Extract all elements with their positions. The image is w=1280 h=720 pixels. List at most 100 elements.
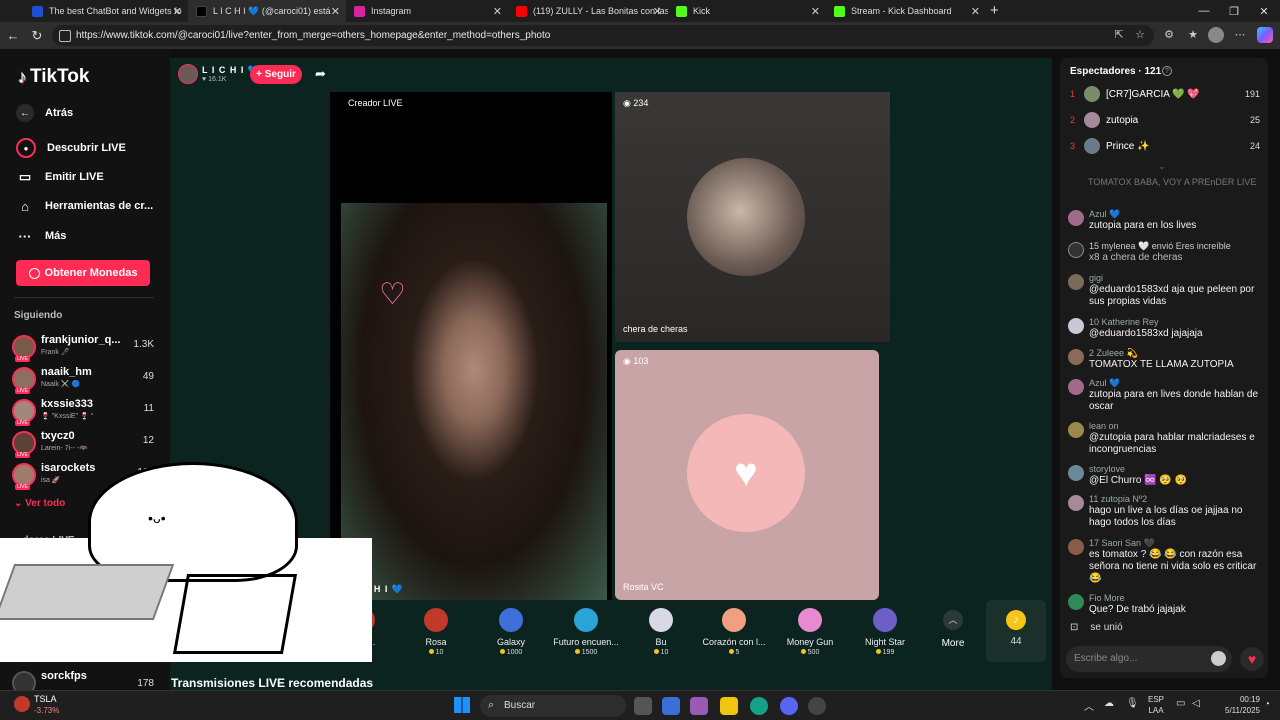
following-item[interactable]: LIVE frankjunior_q... Frank 🖊 1.3K [10,334,160,364]
host-avatar[interactable] [178,64,198,84]
emoji-icon[interactable] [1211,651,1226,666]
avatar [1084,86,1100,102]
discord-icon[interactable] [780,697,798,715]
file-explorer-icon[interactable] [720,697,738,715]
chat-comment[interactable]: Azul 💙 zutopia para en los lives [1068,208,1260,232]
tiktok-logo[interactable]: ♪ TikTok [18,66,89,88]
top-viewer-row[interactable]: 1 [CR7]GARCIA 💚 💖 191 [1070,85,1260,103]
onedrive-icon[interactable]: ☁ [1104,698,1114,709]
expand-chevron-icon[interactable]: ⌄ [1158,161,1166,172]
close-tab-icon[interactable]: ✕ [811,5,820,18]
browser-tab[interactable]: Instagram ✕ [346,0,508,22]
gift-item[interactable]: Corazón con l... 5 [698,608,770,664]
gift-item[interactable]: Futuro encuen... 1500 [550,608,622,664]
copilot-icon[interactable] [1257,27,1273,43]
tab-favicon-icon [32,5,43,17]
chat-comment[interactable]: 2 Zuleee 💫 TOMATOX TE LLAMA ZUTOPIA [1068,347,1260,371]
browser-tab[interactable]: Stream - Kick Dashboard ✕ [826,0,986,22]
guest-tile[interactable]: ◉ 234 chera de cheras [615,92,890,342]
site-info-icon[interactable] [59,30,71,42]
follow-button[interactable]: + Seguir [250,65,302,84]
chat-comment[interactable]: storylove @El Churro ♾️ 🥺 🥺 [1068,463,1260,487]
clock[interactable]: 00:19 5/11/2025 [1218,694,1260,716]
camera-image: ♡ [341,203,607,600]
get-coins-button[interactable]: Obtener Monedas [16,260,150,286]
comment-user: gigi [1089,273,1104,283]
volume-icon[interactable]: ◁ [1192,698,1200,709]
favorite-star-icon[interactable]: ☆ [1133,28,1147,42]
get-coins-label: Obtener Monedas [44,267,138,279]
avatar [1068,379,1084,395]
menu-dots-icon[interactable]: ⋯ [1233,28,1247,42]
more-label: More [941,638,965,649]
chat-gift-event[interactable]: 15 mylenea 🤍 envió Eres increíble x8 a ch… [1068,240,1260,264]
close-tab-icon[interactable]: ✕ [173,5,182,18]
store-icon[interactable] [662,697,680,715]
close-tab-icon[interactable]: ✕ [331,5,340,18]
close-window-icon[interactable]: ✕ [1248,0,1280,22]
url-input[interactable]: https://www.tiktok.com/@caroci01/live?en… [52,25,1154,46]
coins-wallet-button[interactable]: ♪ 44 [986,600,1046,662]
following-item[interactable]: LIVE naaik_hm Naaik ⚔️ 🔵 49 [10,366,160,396]
edge-browser-icon[interactable] [750,697,768,715]
top-viewer-row[interactable]: 2 zutopia 25 [1070,111,1260,129]
gift-item[interactable]: Rosa 10 [400,608,472,664]
close-tab-icon[interactable]: ✕ [653,5,662,18]
gift-item[interactable]: Money Gun 500 [774,608,846,664]
gift-price: 1000 [475,649,547,656]
avatar [1068,210,1084,226]
microphone-icon[interactable]: 🎙 [1126,698,1139,709]
host-video[interactable]: Creador LIVE ♡ L I C H I 💙 [330,92,612,600]
more-gifts-button[interactable]: ︿ More [935,610,971,649]
close-tab-icon[interactable]: ✕ [971,5,980,18]
gift-item[interactable]: Night Star 199 [849,608,921,664]
extensions-icon[interactable]: ⚙ [1162,28,1176,42]
nav-discover-live[interactable]: ● Descubrir LIVE [16,138,126,158]
nav-more[interactable]: ··· Más [16,227,67,245]
following-item[interactable]: LIVE kxssie333 🍷 "KxssiE" 🍷 ° 11 [10,398,160,428]
task-view-icon[interactable] [634,697,652,715]
new-tab-icon[interactable]: + [990,2,999,19]
chat-comment[interactable]: gigi @eduardo1583xd aja que peleen por su… [1068,272,1260,308]
comment-user: Azul 💙 [1089,378,1121,388]
taskbar-search[interactable]: ⌕ Buscar [480,695,626,717]
reload-icon[interactable]: ↻ [28,26,46,46]
gift-item[interactable]: Galaxy 1000 [475,608,547,664]
back-link[interactable]: ← Atrás [16,104,73,122]
start-windows-icon[interactable] [454,697,470,713]
minimize-icon[interactable]: — [1188,0,1220,22]
obs-icon[interactable] [808,697,826,715]
chat-comment[interactable]: 17 Saori San 🖤 es tomatox ? 😂 😂 con razón… [1068,537,1260,585]
chat-comment[interactable]: 10 Katherine Rey @eduardo1583xd jajajaja [1068,316,1260,340]
open-app-icon[interactable]: ⇱ [1112,28,1126,42]
copilot-app-icon[interactable] [690,697,708,715]
collections-icon[interactable] [1208,27,1224,43]
gift-item[interactable]: Bu 10 [625,608,697,664]
tray-chevron-icon[interactable]: ︿ [1084,698,1094,713]
close-tab-icon[interactable]: ✕ [493,5,502,18]
following-name: txycz0 [41,430,75,442]
chat-comment[interactable]: lean on @zutopia para hablar malcriadeses… [1068,420,1260,456]
favorites-icon[interactable]: ★ [1186,28,1200,42]
browser-tab[interactable]: Kick ✕ [668,0,826,22]
notifications-icon[interactable]: ◔ [1264,699,1270,710]
top-viewer-row[interactable]: 3 Prince ✨ 24 [1070,137,1260,155]
guest-tile[interactable]: ◉ 103 ♥ Rosita VC [615,350,879,600]
chat-comment[interactable]: 11 zutopia Nº2 hago un live a los días oe… [1068,493,1260,529]
chat-comment[interactable]: Fio More Que? De trabó jajajak [1068,592,1260,616]
network-icon[interactable]: ▭ [1176,698,1185,709]
nav-creator-tools[interactable]: ⌂ Herramientas de cr... [16,197,153,215]
restore-icon[interactable]: ❐ [1218,0,1250,22]
finger-heart-avatar: ♥ [687,414,805,532]
share-icon[interactable]: ➦ [315,66,326,82]
chat-input[interactable]: Escribe algo... [1066,646,1232,672]
browser-tab-active[interactable]: L I C H I 💙 (@caroci01) está ✕ [188,0,346,22]
chat-comment[interactable]: Azul 💙 zutopia para en lives donde hablan… [1068,377,1260,413]
browser-tab[interactable]: The best ChatBot and Widgets fo ✕ [24,0,188,22]
info-icon[interactable]: ? [1162,66,1172,76]
like-heart-button[interactable]: ♥ [1240,647,1264,671]
language-indicator[interactable]: ESP LAA [1148,694,1164,716]
nav-go-live[interactable]: ▭ Emitir LIVE [16,168,104,186]
back-arrow-icon[interactable]: ← [4,26,22,46]
browser-tab[interactable]: (119) ZULLY - Las Bonitas con las ✕ [508,0,668,22]
